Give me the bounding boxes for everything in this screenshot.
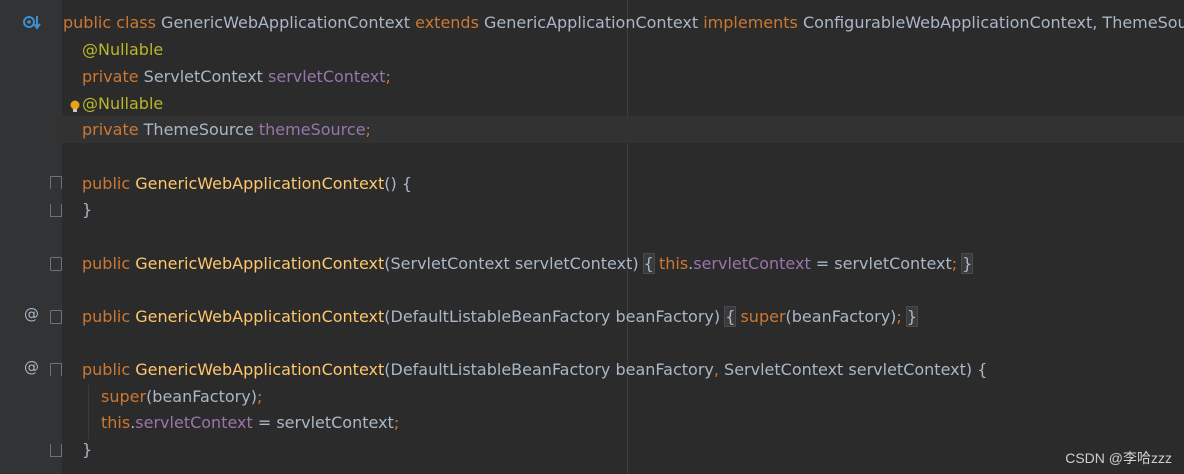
code-line[interactable]: private ServletContext servletContext; (82, 63, 391, 90)
code-token: public (82, 254, 136, 273)
code-token: extends (415, 13, 485, 32)
code-token: } (961, 253, 974, 274)
code-token: (ServletContext servletContext) (384, 254, 644, 273)
code-token: (DefaultListableBeanFactory beanFactory (384, 360, 714, 379)
code-line[interactable]: this.servletContext = servletContext; (101, 409, 399, 436)
code-token: this (101, 413, 131, 432)
code-token: class (116, 13, 162, 32)
code-token: public (82, 174, 136, 193)
fold-collapse-icon[interactable] (50, 176, 62, 189)
code-token: = servletContext (252, 413, 394, 432)
code-token: ServletContext servletContext) { (724, 360, 988, 379)
code-token: private (82, 67, 144, 86)
code-token: } (905, 306, 919, 327)
code-line[interactable]: } (82, 436, 92, 463)
code-token: ; (385, 67, 391, 86)
autowired-at-icon[interactable]: @ (24, 305, 39, 323)
code-token: GenericWebApplicationContext (135, 307, 385, 326)
watermark: CSDN @李哈zzz (1065, 450, 1172, 466)
code-token: private (82, 120, 144, 139)
fold-collapse-icon-2[interactable] (50, 363, 62, 376)
code-line[interactable]: public GenericWebApplicationContext(Serv… (82, 250, 974, 277)
code-token: ; (365, 120, 371, 139)
code-token: ThemeSource (143, 120, 259, 139)
code-token: = servletContext (810, 254, 952, 273)
code-token: super (740, 307, 786, 326)
code-token: (DefaultListableBeanFactory beanFactory) (384, 307, 726, 326)
code-token: public (82, 307, 136, 326)
right-margin-guide (627, 0, 628, 474)
code-token: ServletContext (143, 67, 269, 86)
code-token: ; (256, 387, 263, 406)
code-token: themeSource (258, 120, 366, 139)
code-token: , (713, 360, 725, 379)
code-token: GenericWebApplicationContext (135, 254, 385, 273)
code-token: } (82, 200, 93, 219)
code-token: { (724, 306, 737, 327)
code-token: super (101, 387, 147, 406)
code-token: GenericWebApplicationContext (135, 360, 385, 379)
autowired-at-icon-2[interactable]: @ (24, 358, 39, 376)
code-token: ; (393, 413, 400, 432)
fold-expand-icon[interactable] (50, 257, 62, 271)
code-token: GenericWebApplicationContext (161, 13, 416, 32)
code-line[interactable]: public class GenericWebApplicationContex… (63, 9, 1184, 36)
fold-end-icon[interactable] (50, 204, 62, 217)
code-token: (beanFactory) (146, 387, 257, 406)
code-line[interactable]: @Nullable (82, 90, 163, 117)
code-token: GenericApplicationContext (484, 13, 704, 32)
code-token: public (63, 13, 117, 32)
code-token: ConfigurableWebApplicationContext, Theme… (802, 13, 1184, 32)
override-implement-icon[interactable] (22, 13, 42, 31)
code-token: () { (384, 174, 412, 193)
code-token: servletContext (693, 254, 811, 273)
code-line[interactable]: public GenericWebApplicationContext(Defa… (82, 303, 919, 330)
code-token: public (82, 360, 136, 379)
code-token: } (82, 440, 93, 459)
code-token: @Nullable (82, 40, 164, 59)
code-line[interactable]: @Nullable (82, 36, 163, 63)
code-token: @Nullable (82, 94, 164, 113)
fold-expand-icon-2[interactable] (50, 310, 62, 324)
code-line[interactable]: super(beanFactory); (101, 383, 262, 410)
code-token: { (642, 253, 655, 274)
code-token: (beanFactory) (785, 307, 897, 326)
code-token: servletContext (268, 67, 386, 86)
code-line[interactable]: public GenericWebApplicationContext() { (82, 170, 412, 197)
code-token: GenericWebApplicationContext (135, 174, 385, 193)
code-line[interactable]: } (82, 196, 92, 223)
code-token: servletContext (135, 413, 253, 432)
code-line[interactable]: public GenericWebApplicationContext(Defa… (82, 356, 987, 383)
fold-end-icon-2[interactable] (50, 444, 62, 457)
indent-guide (88, 385, 89, 439)
code-token: this (658, 254, 689, 273)
code-line[interactable]: private ThemeSource themeSource; (82, 116, 371, 143)
code-token: implements (703, 13, 803, 32)
editor-gutter (0, 0, 62, 474)
intention-bulb-icon[interactable] (69, 99, 81, 115)
